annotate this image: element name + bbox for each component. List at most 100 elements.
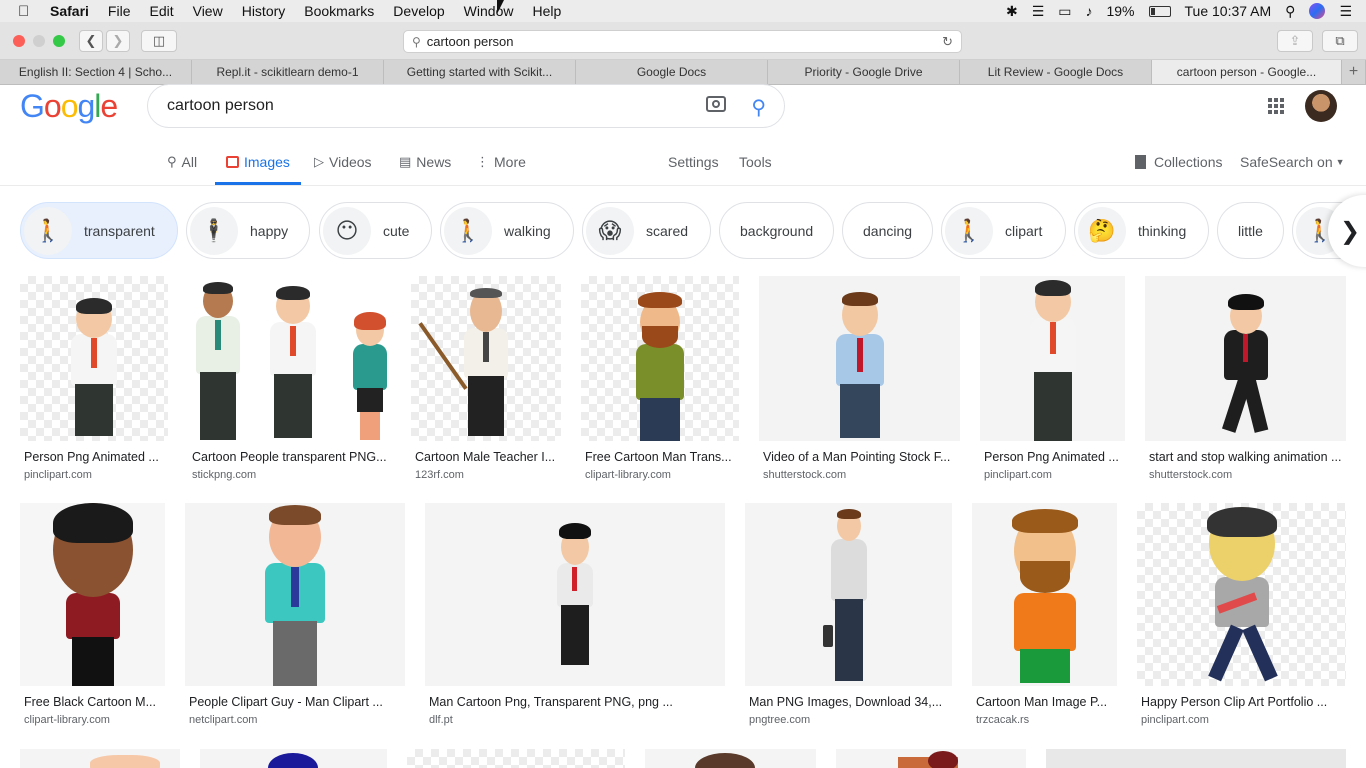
result-source[interactable]: dlf.pt <box>429 714 453 726</box>
chip-walking[interactable]: 🚶 walking <box>440 202 574 259</box>
search-input[interactable] <box>167 97 667 115</box>
result-thumbnail[interactable] <box>20 503 165 686</box>
account-avatar[interactable] <box>1305 90 1337 122</box>
image-result[interactable]: Free Black Cartoon M... clipart-library.… <box>20 503 165 733</box>
result-caption[interactable]: Happy Person Clip Art Portfolio ... <box>1141 695 1346 709</box>
menu-history[interactable]: History <box>242 3 286 19</box>
google-apps-icon[interactable] <box>1268 98 1284 114</box>
image-result[interactable] <box>200 749 387 768</box>
chip-transparent[interactable]: 🚶 transparent <box>20 202 178 259</box>
result-source[interactable]: clipart-library.com <box>24 714 110 726</box>
result-source[interactable]: stickpng.com <box>192 469 256 481</box>
result-source[interactable]: pinclipart.com <box>24 469 92 481</box>
image-result[interactable] <box>20 749 180 768</box>
result-thumbnail[interactable] <box>759 276 960 441</box>
image-result[interactable]: Man Cartoon Png, Transparent PNG, png ..… <box>425 503 725 733</box>
chip-dancing[interactable]: dancing <box>842 202 933 259</box>
new-tab-button[interactable]: + <box>1342 60 1366 84</box>
result-caption[interactable]: Cartoon Man Image P... <box>976 695 1117 709</box>
nav-more[interactable]: ⋮ More <box>476 154 526 170</box>
nav-news[interactable]: ▤ News <box>399 154 451 170</box>
nav-settings[interactable]: Settings <box>668 154 719 170</box>
result-thumbnail[interactable] <box>980 276 1125 441</box>
tab-english[interactable]: English II: Section 4 | Scho... <box>0 60 192 84</box>
forward-button[interactable]: ❯ <box>106 30 130 52</box>
chip-cute[interactable]: 😶 cute <box>319 202 432 259</box>
result-caption[interactable]: Man Cartoon Png, Transparent PNG, png ..… <box>429 695 725 709</box>
share-button[interactable]: ⇪ <box>1277 30 1313 52</box>
result-thumbnail[interactable] <box>200 749 387 768</box>
image-result[interactable] <box>407 749 625 768</box>
result-caption[interactable]: start and stop walking animation ... <box>1149 450 1346 464</box>
spotlight-search-icon[interactable]: ⚲ <box>1285 3 1295 20</box>
zoom-window-button[interactable] <box>53 35 65 47</box>
result-thumbnail[interactable] <box>836 749 1026 768</box>
bluetooth-icon[interactable]: ✱ <box>1006 3 1018 20</box>
result-thumbnail[interactable] <box>407 749 625 768</box>
nav-videos[interactable]: ▷ Videos <box>314 154 372 170</box>
chip-clipart[interactable]: 🚶 clipart <box>941 202 1066 259</box>
camera-icon[interactable] <box>706 96 726 112</box>
nav-images[interactable]: Images <box>226 154 290 170</box>
tab-scikit[interactable]: Getting started with Scikit... <box>384 60 576 84</box>
chip-scared[interactable]: 😱 scared <box>582 202 711 259</box>
result-source[interactable]: pinclipart.com <box>984 469 1052 481</box>
result-thumbnail[interactable] <box>581 276 739 441</box>
minimize-window-button[interactable] <box>33 35 45 47</box>
nav-tools[interactable]: Tools <box>739 154 772 170</box>
result-thumbnail[interactable] <box>20 749 180 768</box>
back-button[interactable]: ❮ <box>79 30 103 52</box>
result-source[interactable]: pinclipart.com <box>1141 714 1209 726</box>
reload-icon[interactable]: ↻ <box>942 34 953 50</box>
nav-all[interactable]: ⚲ All <box>167 154 197 170</box>
volume-icon[interactable]: ♪ <box>1085 3 1092 19</box>
siri-icon[interactable] <box>1309 3 1326 19</box>
search-icon[interactable]: ⚲ <box>751 95 766 120</box>
result-thumbnail[interactable] <box>1046 749 1346 768</box>
result-thumbnail[interactable] <box>1145 276 1346 441</box>
close-window-button[interactable] <box>13 35 25 47</box>
chip-thinking[interactable]: 🤔 thinking <box>1074 202 1209 259</box>
chip-background[interactable]: background <box>719 202 834 259</box>
sidebar-toggle-button[interactable]: ◫ <box>141 30 177 52</box>
menu-help[interactable]: Help <box>532 3 561 19</box>
image-result[interactable]: Cartoon Male Teacher I... 123rf.com <box>411 276 561 486</box>
result-thumbnail[interactable] <box>425 503 725 686</box>
tab-cartoon-person[interactable]: cartoon person - Google... <box>1152 60 1342 84</box>
result-source[interactable]: netclipart.com <box>189 714 257 726</box>
google-logo[interactable]: Google <box>20 88 118 125</box>
image-result[interactable]: start and stop walking animation ... shu… <box>1145 276 1346 486</box>
notification-center-icon[interactable]: ☰ <box>1339 3 1352 20</box>
chip-little[interactable]: little <box>1217 202 1284 259</box>
result-thumbnail[interactable] <box>745 503 952 686</box>
result-thumbnail[interactable] <box>645 749 816 768</box>
result-caption[interactable]: Man PNG Images, Download 34,... <box>749 695 952 709</box>
menu-bookmarks[interactable]: Bookmarks <box>304 3 374 19</box>
battery-percent[interactable]: 19% <box>1106 3 1134 19</box>
image-result[interactable] <box>645 749 816 768</box>
tab-priority-drive[interactable]: Priority - Google Drive <box>768 60 960 84</box>
show-tabs-button[interactable]: ⧉ <box>1322 30 1358 52</box>
tab-google-docs[interactable]: Google Docs <box>576 60 768 84</box>
result-caption[interactable]: Free Black Cartoon M... <box>24 695 165 709</box>
airplay-icon[interactable]: ▭ <box>1058 3 1071 20</box>
image-result[interactable]: Cartoon Man Image P... trzcacak.rs <box>972 503 1117 733</box>
image-result[interactable]: Happy Person Clip Art Portfolio ... pinc… <box>1137 503 1346 733</box>
safesearch-toggle[interactable]: SafeSearch on ▼ <box>1240 154 1345 170</box>
image-result[interactable]: Cartoon People transparent PNG... stickp… <box>188 276 391 486</box>
result-thumbnail[interactable] <box>411 276 561 441</box>
menu-app-name[interactable]: Safari <box>50 3 89 19</box>
battery-icon[interactable] <box>1148 5 1171 17</box>
image-result[interactable]: People Clipart Guy - Man Clipart ... net… <box>185 503 405 733</box>
image-result[interactable]: Man PNG Images, Download 34,... pngtree.… <box>745 503 952 733</box>
collections-link[interactable]: Collections <box>1135 154 1222 170</box>
result-thumbnail[interactable] <box>185 503 405 686</box>
result-source[interactable]: 123rf.com <box>415 469 464 481</box>
result-thumbnail[interactable] <box>972 503 1117 686</box>
image-result[interactable]: Person Png Animated ... pinclipart.com <box>20 276 168 486</box>
image-result[interactable] <box>836 749 1026 768</box>
menu-develop[interactable]: Develop <box>393 3 444 19</box>
result-caption[interactable]: Video of a Man Pointing Stock F... <box>763 450 960 464</box>
chip-happy[interactable]: 🕴 happy <box>186 202 310 259</box>
result-thumbnail[interactable] <box>188 276 391 441</box>
